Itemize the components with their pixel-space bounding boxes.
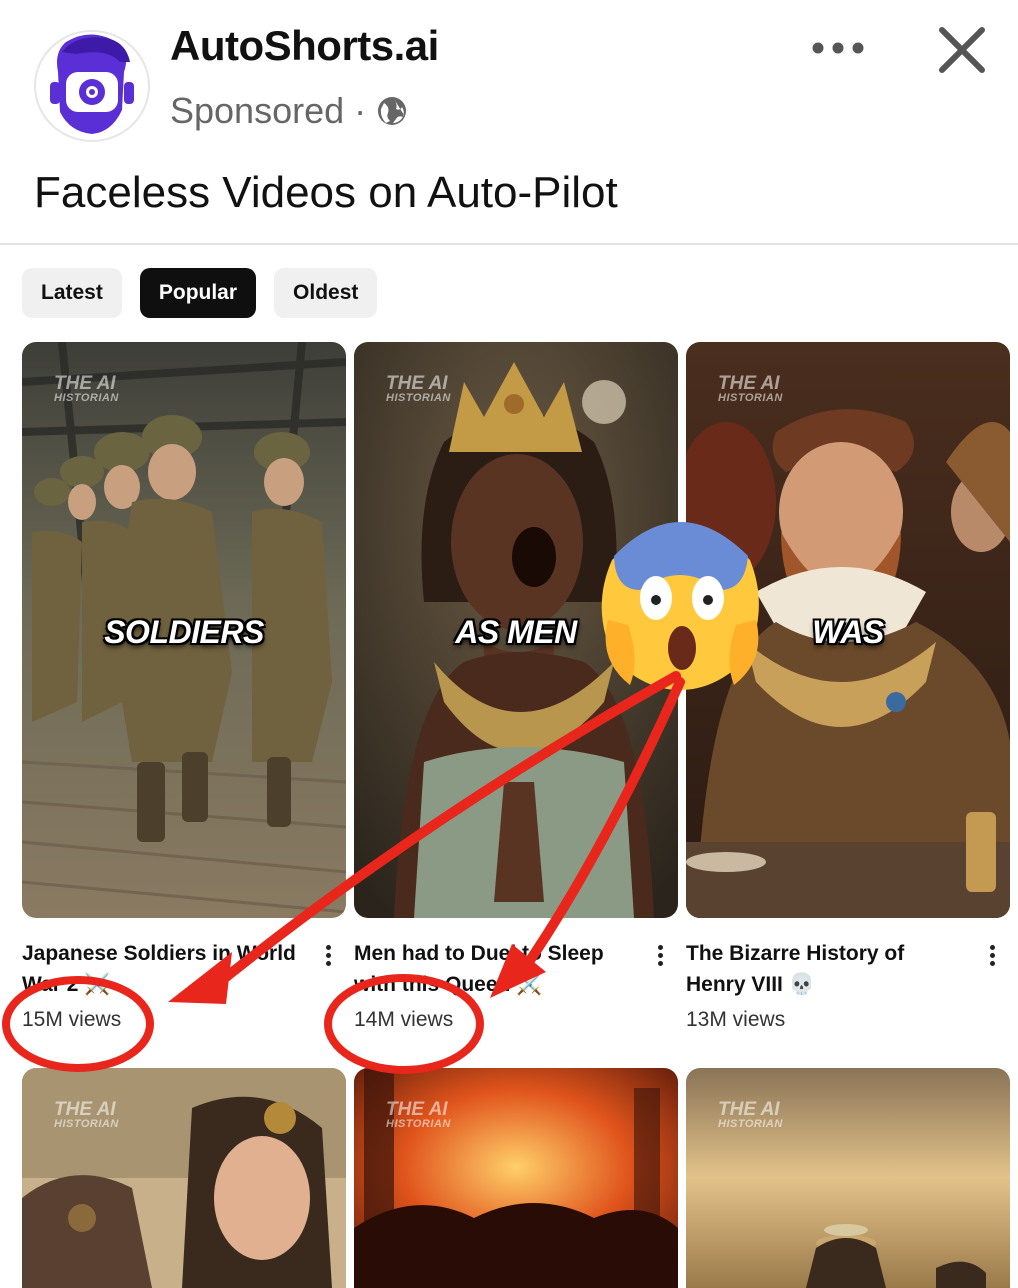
close-icon [939, 27, 985, 73]
chip-latest[interactable]: Latest [22, 268, 122, 318]
video-title-1[interactable]: Japanese Soldiers in World War 2 ⚔️ [22, 938, 297, 1000]
sort-chips: Latest Popular Oldest [22, 268, 378, 318]
more-horizontal-icon [812, 42, 864, 54]
video-menu-button-1[interactable] [318, 942, 338, 972]
sponsored-label: Sponsored [170, 90, 345, 131]
video-caption: SOLDIERS [104, 614, 264, 650]
video-caption: AS MEN [455, 614, 577, 650]
watermark-line-1: THE AI [386, 1099, 448, 1120]
chip-oldest[interactable]: Oldest [274, 268, 378, 318]
close-ad-button[interactable] [934, 26, 990, 74]
watermark-line-2: HISTORIAN [718, 1118, 783, 1130]
video-title-2[interactable]: Men had to Duel to Sleep with this Queen… [354, 938, 629, 1000]
chip-popular[interactable]: Popular [139, 268, 257, 318]
header-divider [0, 243, 1018, 245]
video-views-1: 15M views [22, 1008, 122, 1031]
watermark: THE AI HISTORIAN [386, 374, 451, 404]
more-options-button[interactable] [808, 38, 868, 58]
watermark-line-2: HISTORIAN [54, 1118, 119, 1130]
ad-headline: Faceless Videos on Auto-Pilot [34, 168, 618, 217]
video-thumbnail-1[interactable]: THE AI HISTORIAN SOLDIERS [22, 342, 346, 918]
video-thumbnail-6[interactable]: THE AI HISTORIAN [686, 1068, 1010, 1288]
video-menu-button-3[interactable] [982, 942, 1002, 972]
more-vertical-icon [657, 945, 663, 950]
video-thumbnail-5[interactable]: THE AI HISTORIAN [354, 1068, 678, 1288]
ad-header: AutoShorts.ai Sponsored · Faceless Video… [0, 0, 1018, 245]
video-thumbnail-4[interactable]: THE AI HISTORIAN [22, 1068, 346, 1288]
watermark-line-2: HISTORIAN [386, 1118, 451, 1130]
video-menu-button-2[interactable] [650, 942, 670, 972]
globe-icon [378, 97, 407, 125]
video-title-3[interactable]: The Bizarre History of Henry VIII 💀 [686, 938, 961, 1000]
robot-face-logo-icon [50, 34, 134, 134]
video-views-3: 13M views [686, 1008, 786, 1031]
more-vertical-icon [989, 945, 995, 950]
video-caption: WAS [812, 614, 884, 650]
video-thumbnail-2[interactable]: THE AI HISTORIAN AS MEN [354, 342, 678, 918]
watermark: THE AI HISTORIAN [718, 1100, 783, 1130]
watermark-line-1: THE AI [386, 373, 448, 394]
watermark-line-2: HISTORIAN [54, 392, 119, 404]
watermark-line-1: THE AI [54, 373, 116, 394]
watermark: THE AI HISTORIAN [386, 1100, 451, 1130]
video-thumbnail-3[interactable]: THE AI HISTORIAN WAS [686, 342, 1010, 918]
sponsored-label-row: Sponsored · [170, 90, 408, 132]
watermark-line-1: THE AI [54, 1099, 116, 1120]
advertiser-name[interactable]: AutoShorts.ai [170, 22, 439, 70]
separator-dot: · [354, 90, 367, 131]
watermark-line-2: HISTORIAN [718, 392, 783, 404]
watermark-line-1: THE AI [718, 373, 780, 394]
advertiser-avatar[interactable] [34, 30, 150, 142]
watermark: THE AI HISTORIAN [54, 1100, 119, 1130]
watermark: THE AI HISTORIAN [54, 374, 119, 404]
watermark: THE AI HISTORIAN [718, 374, 783, 404]
video-views-2: 14M views [354, 1008, 454, 1031]
watermark-line-1: THE AI [718, 1099, 780, 1120]
more-vertical-icon [325, 945, 331, 950]
watermark-line-2: HISTORIAN [386, 392, 451, 404]
